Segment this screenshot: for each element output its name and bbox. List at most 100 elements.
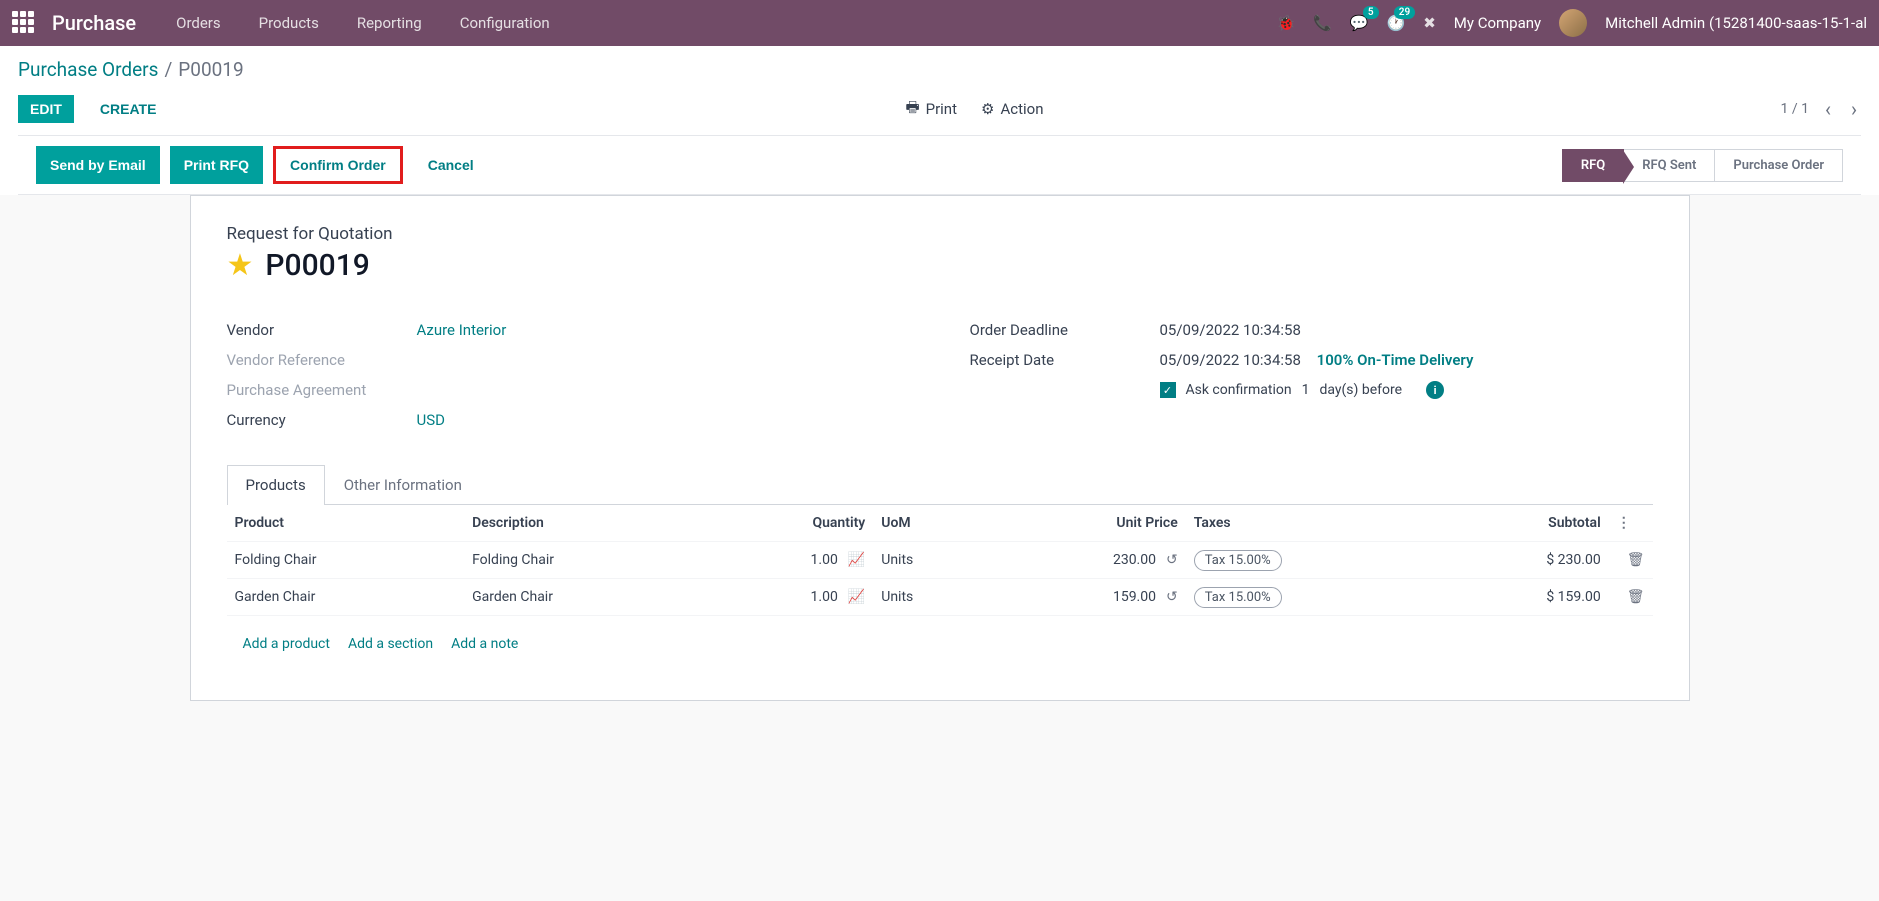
delivery-link[interactable]: 100% On-Time Delivery (1317, 351, 1474, 369)
print-action[interactable]: 🖶 Print (905, 97, 957, 122)
tabs: Products Other Information (227, 465, 1653, 505)
add-section-link[interactable]: Add a section (348, 636, 433, 652)
forecast-icon[interactable]: 📈 (848, 589, 865, 605)
cell-unit-price: 159.00 (1113, 589, 1156, 605)
history-icon[interactable]: ↺ (1166, 589, 1178, 605)
status-bar: Send by Email Print RFQ Confirm Order Ca… (18, 135, 1861, 195)
edit-button[interactable]: Edit (18, 95, 74, 123)
phone-icon[interactable]: 📞 (1313, 14, 1332, 32)
add-note-link[interactable]: Add a note (451, 636, 518, 652)
col-subtotal: Subtotal (1438, 505, 1609, 542)
purchase-agreement-label: Purchase Agreement (227, 381, 417, 399)
fields-right-col: Order Deadline 05/09/2022 10:34:58 Recei… (970, 315, 1653, 435)
tax-pill: Tax 15.00% (1194, 587, 1282, 608)
breadcrumb: Purchase Orders / P00019 (18, 58, 1861, 81)
menu-configuration[interactable]: Configuration (460, 14, 550, 32)
menu-reporting[interactable]: Reporting (357, 14, 422, 32)
deadline-value: 05/09/2022 10:34:58 (1160, 321, 1301, 339)
tools-icon[interactable]: ✖ (1423, 14, 1436, 32)
confirm-order-button[interactable]: Confirm Order (273, 146, 403, 184)
table-row[interactable]: Garden Chair Garden Chair 1.00 📈 Units 15… (227, 579, 1653, 616)
cell-description: Garden Chair (464, 579, 702, 616)
col-taxes: Taxes (1186, 505, 1438, 542)
status-step-rfq[interactable]: RFQ (1562, 149, 1624, 182)
star-icon[interactable]: ★ (227, 248, 254, 283)
products-table: Product Description Quantity UoM Unit Pr… (227, 505, 1653, 672)
currency-value[interactable]: USD (417, 411, 445, 429)
cell-subtotal: $ 230.00 (1438, 542, 1609, 579)
tab-products[interactable]: Products (227, 465, 325, 505)
cancel-button[interactable]: Cancel (413, 146, 489, 184)
activity-icon[interactable]: 🕐29 (1387, 14, 1406, 32)
menu-orders[interactable]: Orders (176, 14, 221, 32)
app-brand[interactable]: Purchase (52, 11, 136, 35)
cell-product: Garden Chair (227, 579, 465, 616)
col-description: Description (464, 505, 702, 542)
bug-icon[interactable]: 🐞 (1276, 14, 1295, 32)
menu-products[interactable]: Products (259, 14, 319, 32)
send-email-button[interactable]: Send by Email (36, 146, 160, 184)
tab-other-info[interactable]: Other Information (325, 465, 481, 504)
col-quantity: Quantity (702, 505, 874, 542)
avatar[interactable] (1559, 9, 1587, 37)
print-label: Print (926, 100, 957, 118)
top-nav: Purchase Orders Products Reporting Confi… (0, 0, 1879, 46)
company-selector[interactable]: My Company (1454, 14, 1541, 32)
ask-confirm-prefix: Ask confirmation (1186, 382, 1292, 398)
print-icon: 🖶 (905, 97, 919, 122)
breadcrumb-sep: / (164, 58, 172, 81)
vendor-label: Vendor (227, 321, 417, 339)
activity-badge: 29 (1394, 6, 1415, 19)
breadcrumb-current: P00019 (178, 58, 243, 81)
info-icon[interactable]: i (1426, 381, 1444, 399)
breadcrumb-parent[interactable]: Purchase Orders (18, 58, 158, 81)
col-uom: UoM (873, 505, 990, 542)
topbar-right: 🐞 📞 💬5 🕐29 ✖ My Company Mitchell Admin (… (1276, 9, 1867, 37)
vendor-ref-label: Vendor Reference (227, 351, 417, 369)
fields-left-col: Vendor Azure Interior Vendor Reference P… (227, 315, 910, 435)
table-row[interactable]: Folding Chair Folding Chair 1.00📈 Units … (227, 542, 1653, 579)
add-product-link[interactable]: Add a product (243, 636, 330, 652)
main-menu: Orders Products Reporting Configuration (176, 14, 550, 32)
cell-subtotal: $ 159.00 (1438, 579, 1609, 616)
chat-icon[interactable]: 💬5 (1350, 14, 1369, 32)
deadline-label: Order Deadline (970, 321, 1160, 339)
user-menu[interactable]: Mitchell Admin (15281400-saas-15-1-al (1605, 14, 1867, 32)
ask-confirm-suffix: day(s) before (1319, 382, 1402, 398)
col-product: Product (227, 505, 465, 542)
pager-text: 1 / 1 (1781, 101, 1809, 117)
print-rfq-button[interactable]: Print RFQ (170, 146, 263, 184)
create-button[interactable]: Create (88, 95, 169, 123)
pager-next[interactable]: › (1847, 97, 1861, 121)
ask-confirm-checkbox[interactable]: ✓ (1160, 382, 1176, 398)
order-number: P00019 (265, 248, 369, 283)
currency-label: Currency (227, 411, 417, 429)
control-bar: Purchase Orders / P00019 Edit Create 🖶 P… (0, 46, 1879, 195)
cell-uom: Units (873, 542, 990, 579)
status-step-rfq-sent[interactable]: RFQ Sent (1624, 149, 1715, 182)
ask-confirm-days: 1 (1302, 382, 1310, 398)
forecast-icon[interactable]: 📈 (848, 552, 865, 568)
status-step-purchase-order[interactable]: Purchase Order (1715, 149, 1843, 182)
cell-product: Folding Chair (227, 542, 465, 579)
chat-badge: 5 (1363, 6, 1379, 19)
cell-quantity: 1.00 (811, 552, 838, 568)
vendor-value[interactable]: Azure Interior (417, 321, 507, 339)
cell-uom: Units (873, 579, 990, 616)
cell-unit-price: 230.00 (1113, 552, 1156, 568)
col-unit-price: Unit Price (990, 505, 1186, 542)
action-label: Action (1000, 100, 1043, 118)
status-steps: RFQ RFQ Sent Purchase Order (1562, 149, 1843, 182)
action-dropdown[interactable]: ⚙ Action (981, 97, 1043, 122)
form-sheet: Request for Quotation ★ P00019 Vendor Az… (190, 195, 1690, 701)
apps-icon[interactable] (12, 11, 36, 35)
delete-icon[interactable]: 🗑 (1627, 589, 1645, 605)
cell-description: Folding Chair (464, 542, 702, 579)
history-icon[interactable]: ↺ (1166, 552, 1178, 568)
delete-icon[interactable]: 🗑 (1627, 552, 1645, 568)
receipt-label: Receipt Date (970, 351, 1160, 369)
columns-menu-icon[interactable]: ⋮ (1617, 515, 1631, 531)
tax-pill: Tax 15.00% (1194, 550, 1282, 571)
pager-prev[interactable]: ‹ (1821, 97, 1835, 121)
cell-quantity: 1.00 (811, 589, 838, 605)
